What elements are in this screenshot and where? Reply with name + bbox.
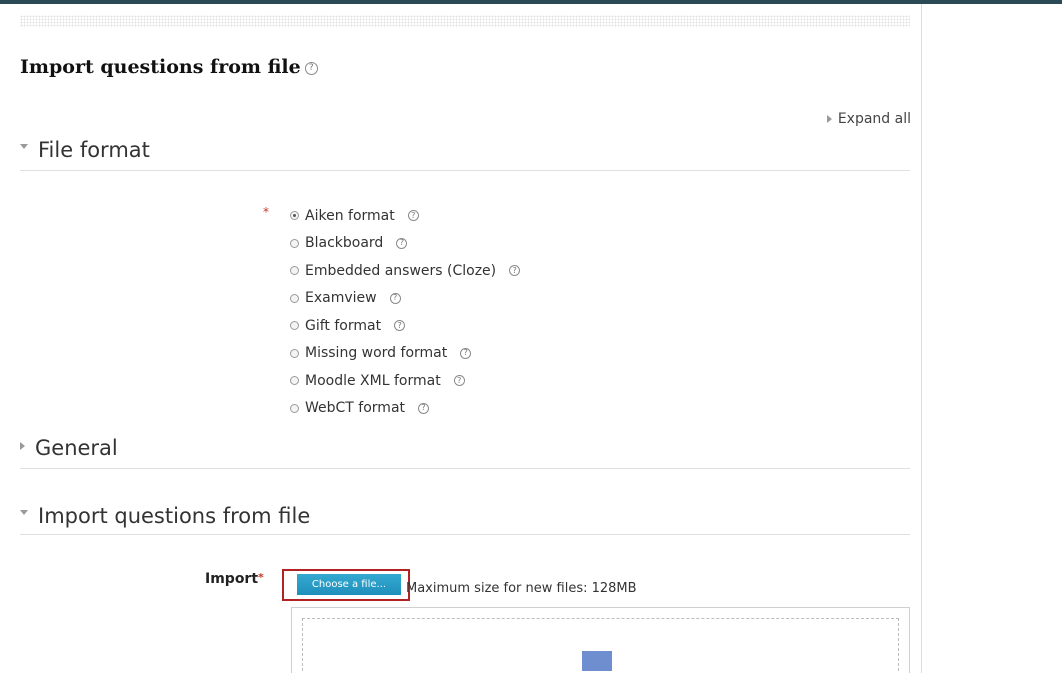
format-option-label[interactable]: Examview — [305, 290, 377, 306]
radio-button[interactable] — [290, 403, 299, 413]
triangle-right-icon — [826, 115, 832, 123]
format-option-label[interactable]: WebCT format — [305, 400, 405, 416]
section-file-format-label[interactable]: File format — [38, 138, 150, 162]
format-option-label[interactable]: Moodle XML format — [305, 373, 441, 389]
import-field-label: Import* — [205, 571, 264, 587]
help-icon[interactable]: ? — [304, 62, 318, 75]
radio-button[interactable] — [290, 238, 299, 248]
import-label-text: Import — [205, 571, 259, 587]
help-icon[interactable]: ? — [453, 375, 465, 387]
radio-button[interactable] — [290, 266, 299, 276]
radio-button[interactable] — [290, 293, 299, 303]
help-icon[interactable]: ? — [418, 402, 430, 414]
help-icon[interactable]: ? — [407, 210, 419, 222]
radio-button[interactable] — [290, 348, 299, 358]
help-icon[interactable]: ? — [460, 347, 472, 359]
required-marker: * — [258, 571, 264, 584]
expand-all-label[interactable]: Expand all — [838, 111, 911, 127]
help-icon[interactable]: ? — [396, 237, 408, 249]
format-option[interactable]: Missing word format ? — [290, 340, 520, 368]
page-title-text: Import questions from file — [20, 56, 301, 78]
section-import-label[interactable]: Import questions from file — [38, 504, 310, 528]
breadcrumb-strip — [20, 15, 910, 27]
help-icon[interactable]: ? — [509, 265, 521, 277]
section-general[interactable]: General — [20, 436, 910, 469]
format-option[interactable]: Moodle XML format ? — [290, 367, 520, 395]
section-file-format[interactable]: File format — [20, 138, 910, 171]
format-radio-group: Aiken format ? Blackboard ? Embedded ans… — [290, 202, 521, 423]
triangle-down-icon — [20, 144, 28, 149]
help-icon[interactable]: ? — [389, 292, 401, 304]
section-general-label[interactable]: General — [35, 436, 118, 460]
radio-button[interactable] — [290, 211, 299, 221]
max-size-text: Maximum size for new files: 128MB — [406, 581, 637, 596]
main-content: Import questions from file ? Expand all … — [0, 4, 922, 673]
format-option[interactable]: Embedded answers (Cloze) ? — [290, 257, 521, 285]
format-option[interactable]: Gift format ? — [290, 312, 520, 340]
format-option-label[interactable]: Missing word format — [305, 345, 447, 361]
format-option-label[interactable]: Gift format — [305, 318, 381, 334]
format-option-label[interactable]: Aiken format — [305, 208, 395, 224]
format-option[interactable]: WebCT format ? — [290, 395, 520, 423]
expand-all-link[interactable]: Expand all — [826, 111, 911, 127]
required-marker: * — [263, 205, 269, 219]
page-title: Import questions from file ? — [20, 56, 318, 78]
dropzone-dashed-area[interactable] — [302, 618, 899, 673]
choose-file-highlight: Choose a file... — [282, 569, 410, 601]
format-option[interactable]: Blackboard ? — [290, 230, 520, 258]
format-option[interactable]: Examview ? — [290, 285, 520, 313]
radio-button[interactable] — [290, 376, 299, 386]
radio-button[interactable] — [290, 321, 299, 331]
triangle-down-icon — [20, 510, 28, 515]
format-option-label[interactable]: Embedded answers (Cloze) — [305, 263, 496, 279]
format-option-label[interactable]: Blackboard — [305, 235, 383, 251]
section-import[interactable]: Import questions from file — [20, 504, 910, 535]
format-option[interactable]: Aiken format ? — [290, 202, 520, 230]
file-dropzone[interactable] — [291, 607, 910, 673]
help-icon[interactable]: ? — [394, 320, 406, 332]
triangle-right-icon — [20, 442, 25, 450]
choose-file-button[interactable]: Choose a file... — [297, 574, 401, 595]
